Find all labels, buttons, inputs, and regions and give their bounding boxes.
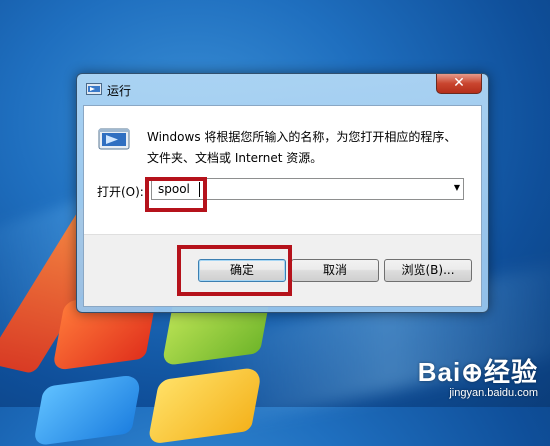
- logo-blue-pane: [32, 373, 143, 446]
- run-icon: [86, 83, 102, 95]
- browse-button[interactable]: 浏览(B)...: [384, 259, 472, 282]
- open-label: 打开(O):: [97, 185, 144, 199]
- baidu-jingyan-watermark: Bai⊕经验 jingyan.baidu.com: [418, 352, 538, 399]
- close-button[interactable]: ✕: [436, 74, 482, 94]
- ok-highlight-box: [177, 245, 292, 296]
- dialog-description: Windows 将根据您所输入的名称，为您打开相应的程序、文件夹、文档或 Int…: [147, 130, 457, 165]
- chevron-down-icon[interactable]: ▼: [454, 183, 460, 192]
- logo-yellow-pane: [147, 366, 263, 445]
- watermark-logo: Bai⊕经验: [417, 357, 538, 387]
- title-bar[interactable]: 运行 ✕: [77, 74, 488, 105]
- close-icon: ✕: [453, 75, 465, 91]
- input-highlight-box: [145, 177, 207, 212]
- cancel-button[interactable]: 取消: [291, 259, 379, 282]
- dialog-title: 运行: [107, 84, 132, 98]
- run-program-icon: [98, 128, 130, 150]
